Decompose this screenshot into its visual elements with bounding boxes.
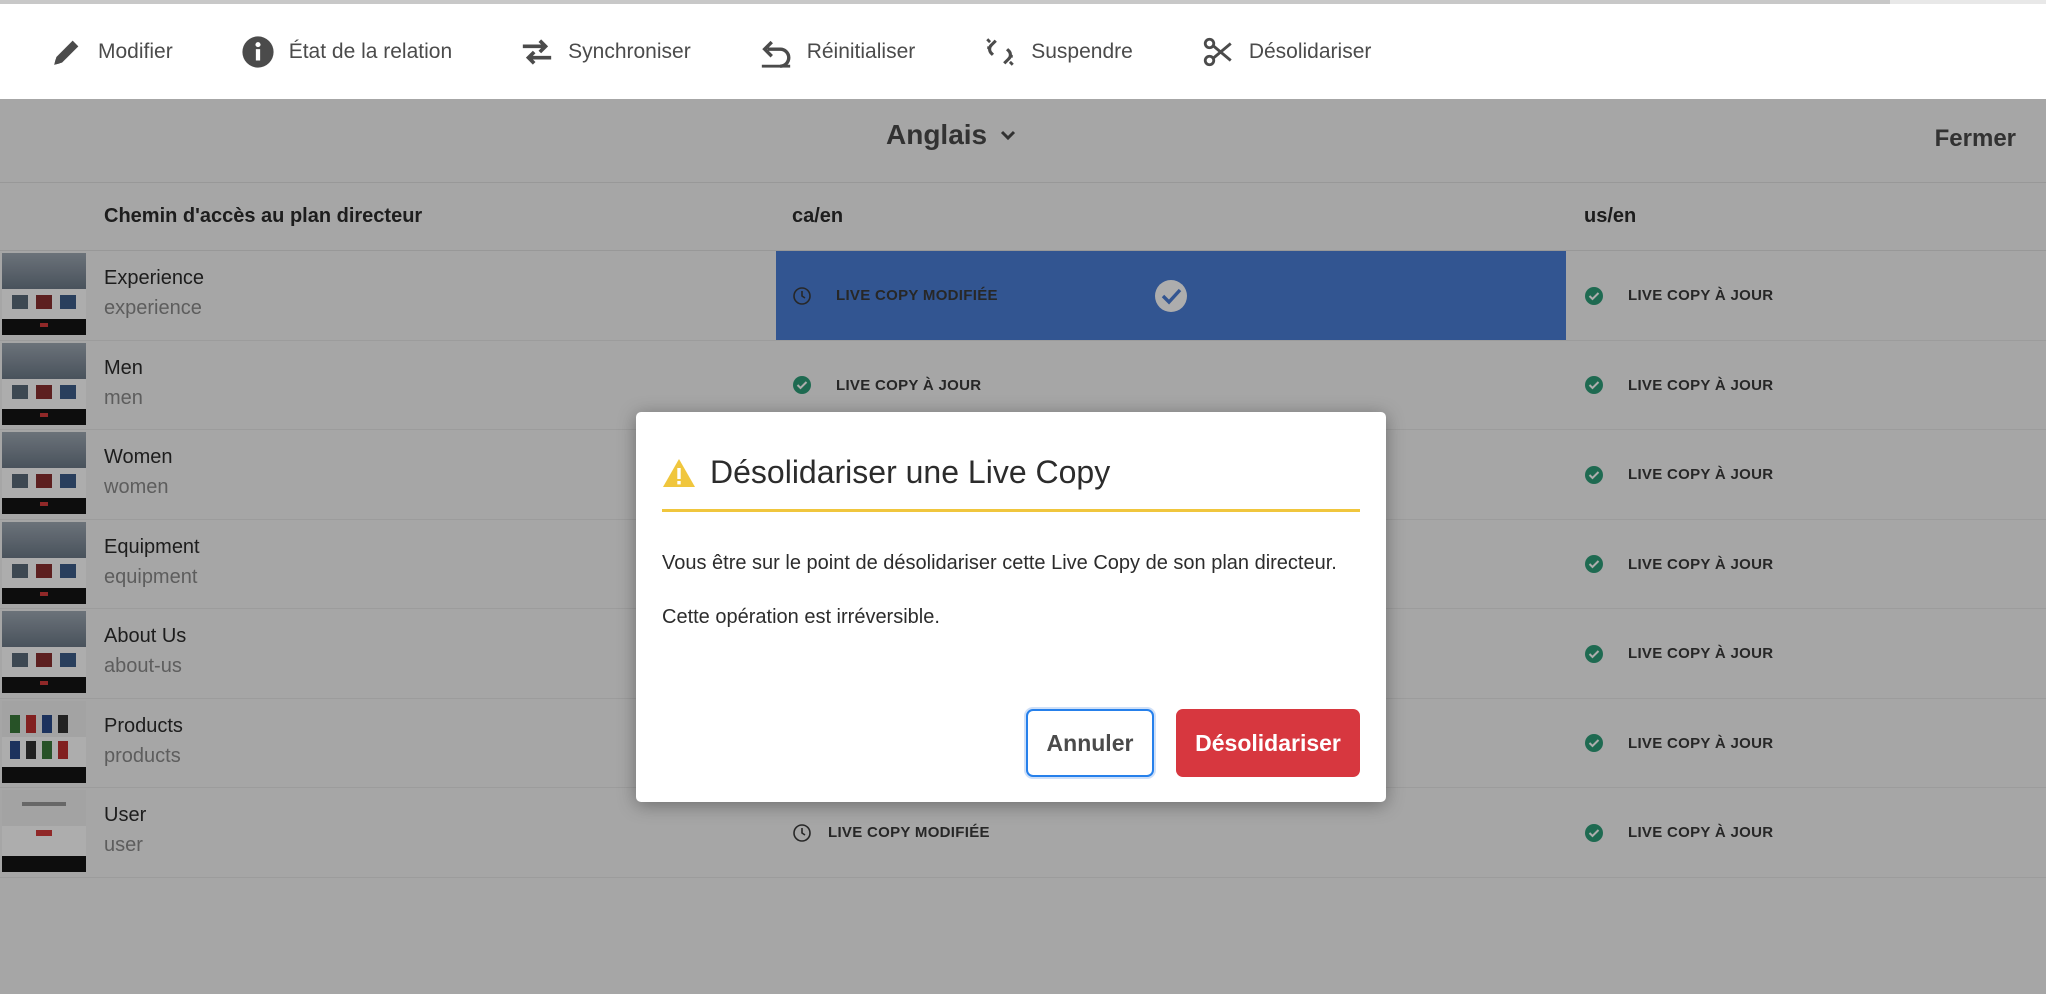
- warning-icon: [663, 458, 695, 487]
- action-toolbar: Modifier État de la relation Synchronise…: [0, 4, 2046, 99]
- info-icon: [242, 35, 274, 68]
- synchronize-button[interactable]: Synchroniser: [520, 22, 691, 82]
- confirm-detach-button[interactable]: Désolidariser: [1176, 709, 1360, 777]
- dialog-warning: Cette opération est irréversible.: [662, 606, 940, 628]
- detach-button[interactable]: Désolidariser: [1201, 22, 1372, 82]
- cancel-button[interactable]: Annuler: [1026, 709, 1154, 777]
- edit-label: Modifier: [98, 39, 173, 63]
- detach-label: Désolidariser: [1248, 39, 1372, 63]
- relationship-status-label: État de la relation: [288, 39, 453, 63]
- dialog-message: Vous être sur le point de désolidariser …: [662, 552, 1337, 574]
- dialog-body: Vous être sur le point de désolidariser …: [662, 552, 1360, 660]
- synchronize-label: Synchroniser: [568, 39, 691, 63]
- broken-link-icon: [986, 37, 1015, 66]
- sync-arrows-icon: [522, 38, 552, 65]
- pencil-icon: [54, 40, 79, 65]
- dialog-title: Désolidariser une Live Copy: [710, 454, 1111, 490]
- undo-icon: [761, 40, 791, 68]
- detach-dialog: Désolidariser une Live Copy Vous être su…: [636, 412, 1386, 802]
- relationship-status-button[interactable]: État de la relation: [241, 22, 452, 82]
- suspend-button[interactable]: Suspendre: [983, 22, 1133, 82]
- reset-button[interactable]: Réinitialiser: [759, 22, 916, 82]
- edit-button[interactable]: Modifier: [50, 22, 173, 82]
- scissors-icon: [1203, 37, 1232, 66]
- suspend-label: Suspendre: [1031, 39, 1133, 63]
- reset-label: Réinitialiser: [806, 39, 916, 63]
- dialog-header: Désolidariser une Live Copy: [662, 436, 1360, 512]
